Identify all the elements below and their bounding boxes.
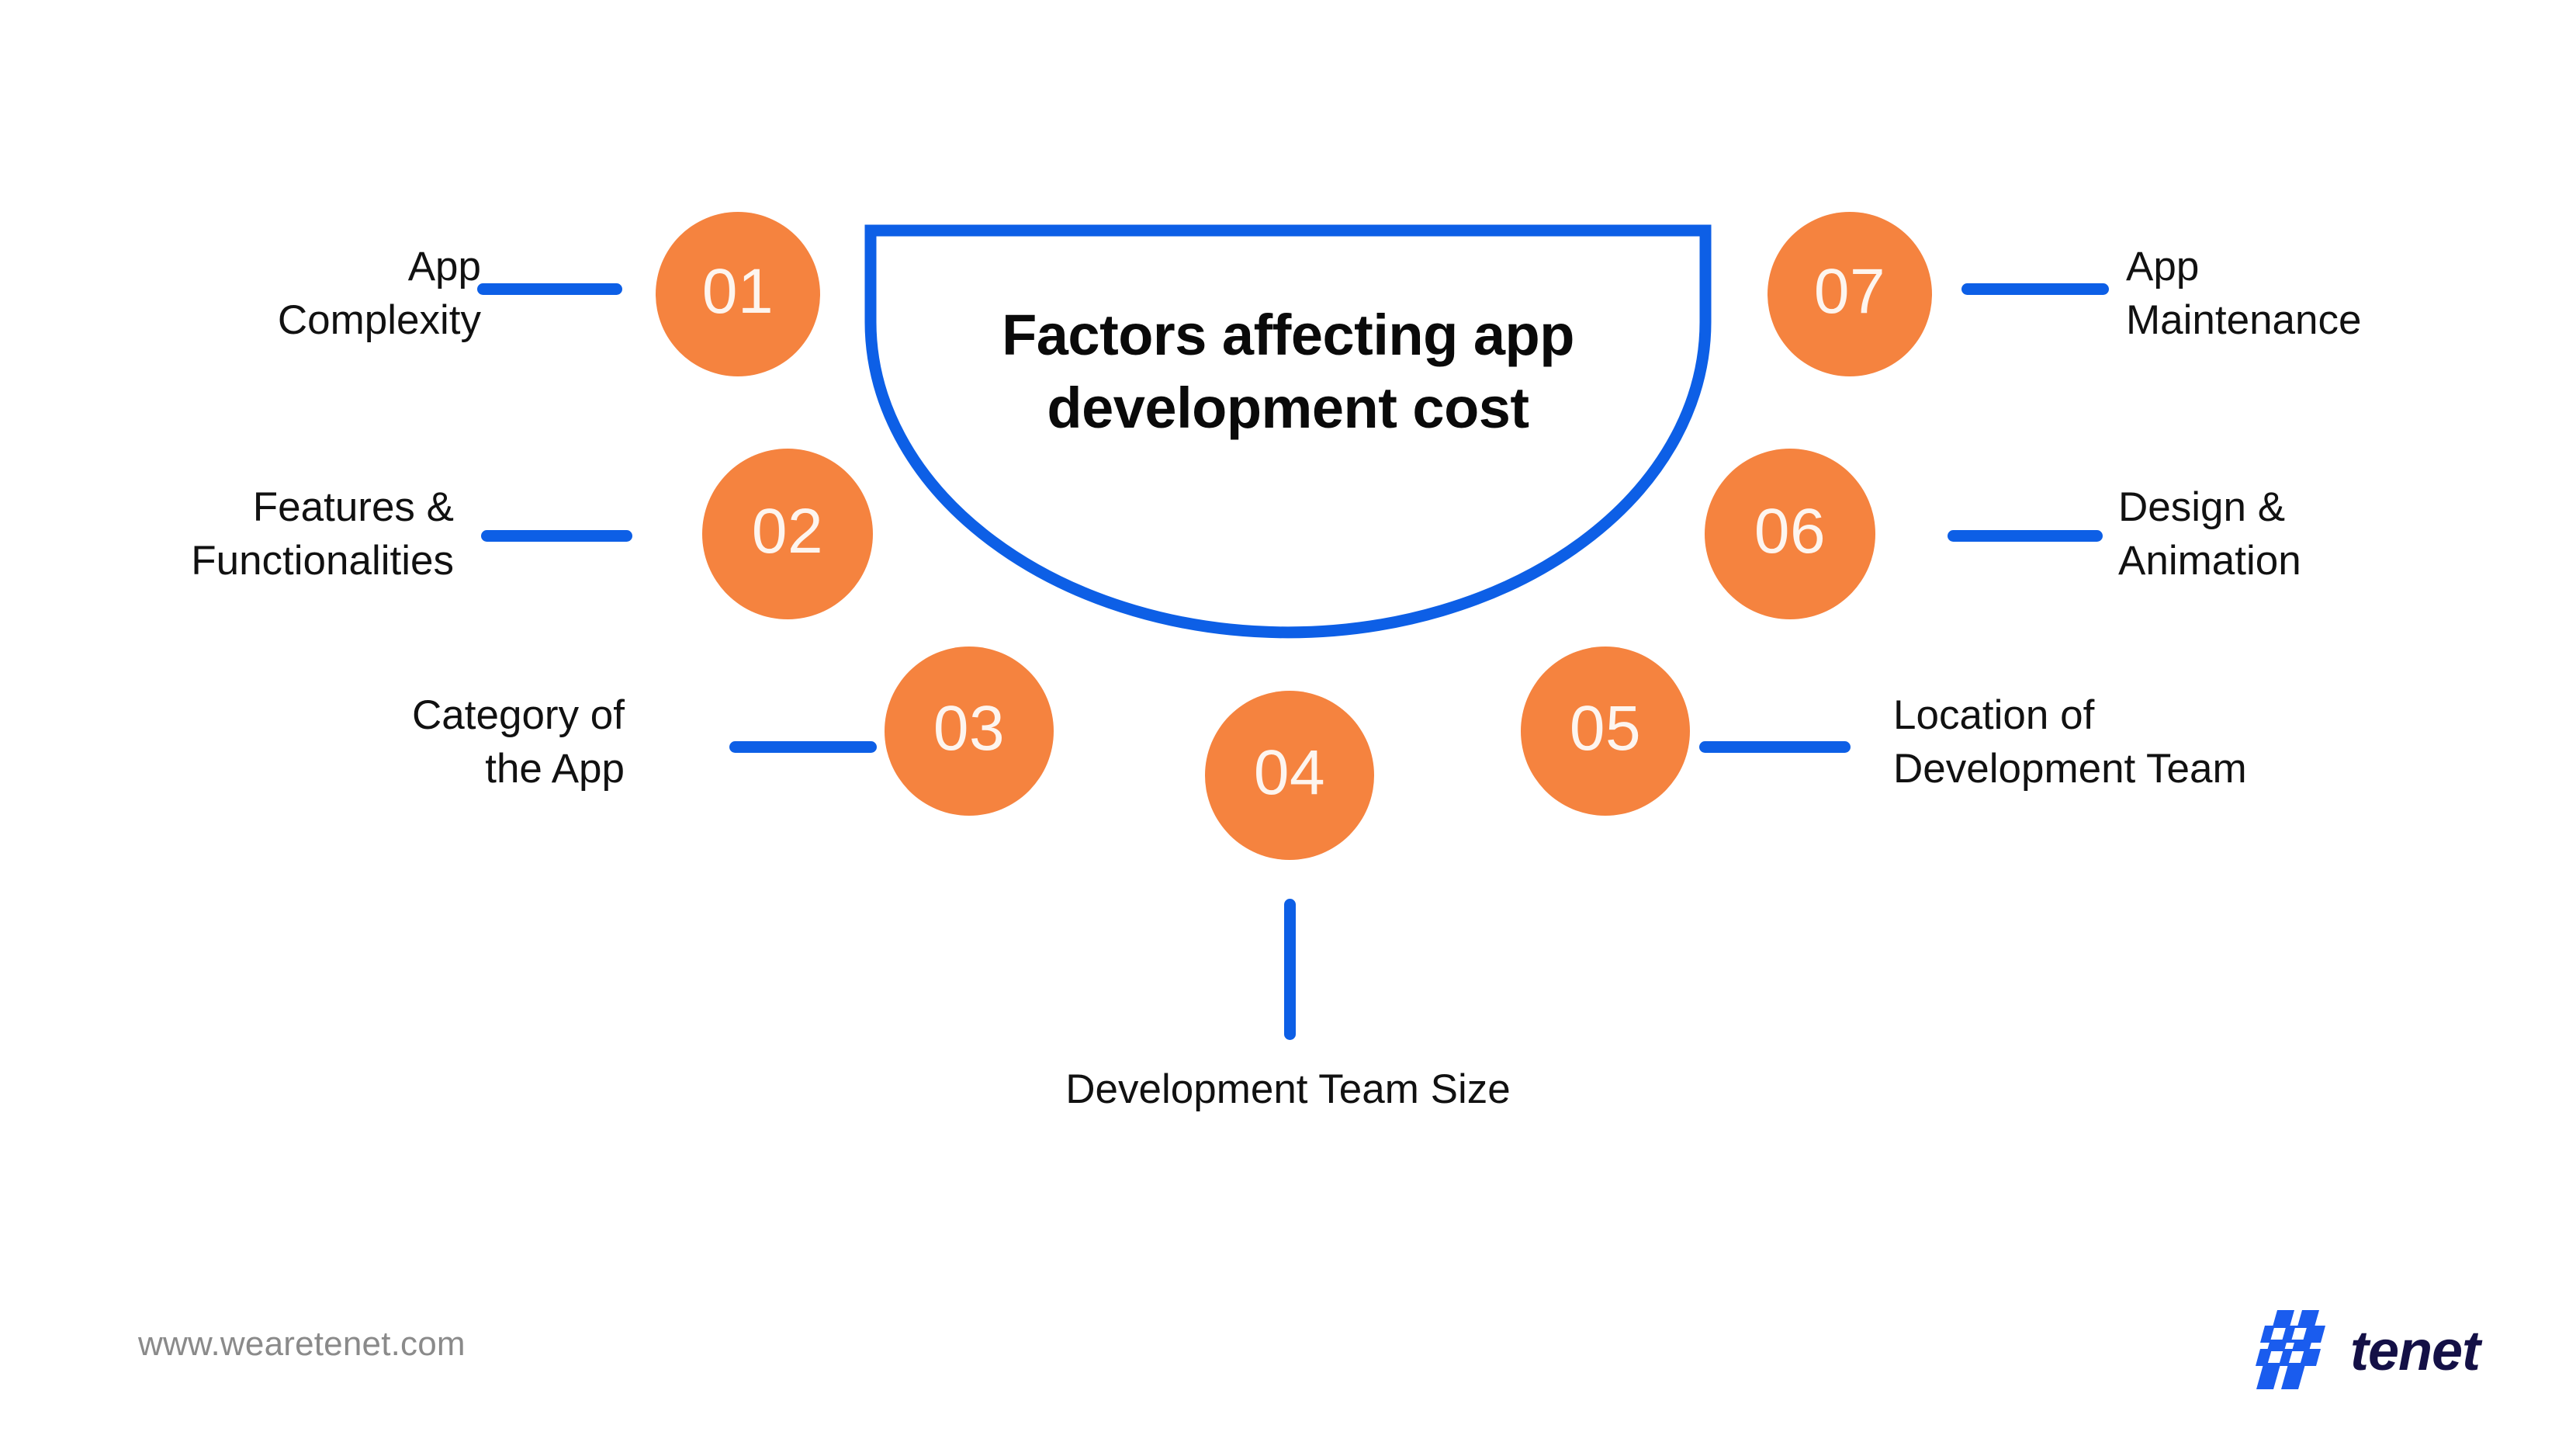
factor-number-text-03: 03 — [933, 693, 1006, 764]
connector-line-02 — [481, 530, 632, 542]
factor-number-text-02: 02 — [751, 496, 824, 567]
factor-label-03: Category of the App — [412, 692, 625, 792]
factor-number-circle-02[interactable]: 02 — [702, 449, 873, 619]
factor-number-circle-05[interactable]: 05 — [1521, 647, 1690, 816]
factor-label-02: Features & Functionalities — [191, 484, 454, 584]
factor-label-05: Location of Development Team — [1893, 692, 2247, 792]
connector-line-05 — [1699, 741, 1851, 753]
factor-number-text-05: 05 — [1569, 693, 1642, 764]
factor-number-circle-07[interactable]: 07 — [1768, 212, 1932, 376]
factor-label-06: Design & Animation — [2118, 484, 2301, 584]
connector-line-04 — [1284, 899, 1296, 1040]
factor-number-circle-03[interactable]: 03 — [885, 647, 1054, 816]
factor-label-04: Development Team Size — [1065, 1066, 1511, 1112]
brand-logo: tenet — [2254, 1304, 2533, 1405]
factor-number-circle-01[interactable]: 01 — [656, 212, 820, 376]
factor-label-01: App Complexity — [277, 244, 481, 343]
connector-line-06 — [1948, 530, 2103, 542]
page-title: Factors affecting app development cost — [1002, 303, 1574, 440]
factor-number-circle-06[interactable]: 06 — [1705, 449, 1875, 619]
factor-label-07: App Maintenance — [2126, 244, 2362, 343]
connector-line-01 — [477, 283, 622, 295]
factor-number-text-01: 01 — [701, 256, 774, 327]
factor-number-text-07: 07 — [1813, 256, 1886, 327]
factor-number-circle-04[interactable]: 04 — [1205, 691, 1374, 860]
factor-number-text-04: 04 — [1253, 737, 1326, 808]
infographic-canvas: Factors affecting app development cost A… — [0, 0, 2576, 1456]
brand-name: tenet — [2350, 1320, 2481, 1382]
tenet-lattice-logo-icon — [2256, 1310, 2325, 1389]
factor-number-text-06: 06 — [1754, 496, 1826, 567]
connector-line-03 — [729, 741, 877, 753]
connector-line-07 — [1961, 283, 2109, 295]
website-url: www.wearetenet.com — [138, 1325, 466, 1363]
